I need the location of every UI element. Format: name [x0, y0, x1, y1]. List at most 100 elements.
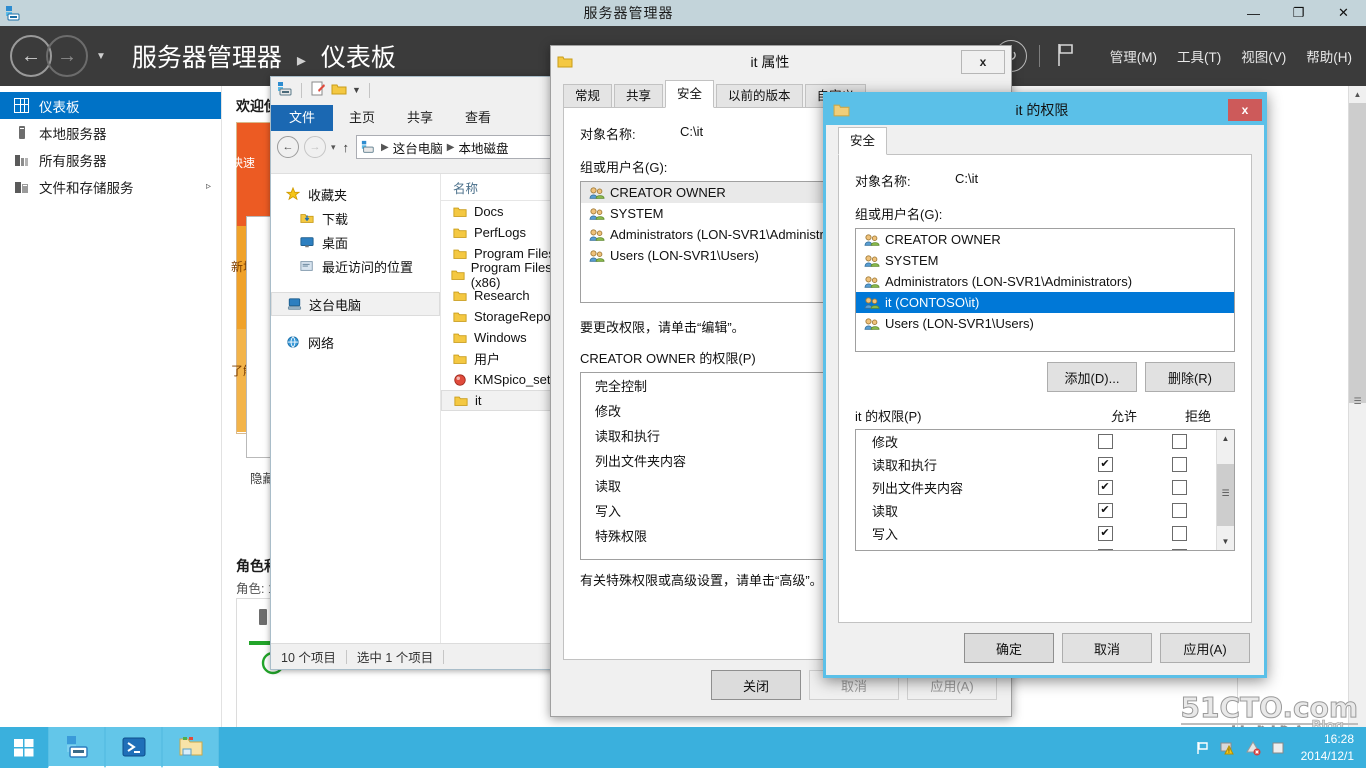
permission-row: 列出文件夹内容 ✔ — [856, 476, 1216, 499]
apply-button[interactable]: 应用(A) — [1160, 633, 1250, 663]
action-center-icon[interactable] — [1245, 740, 1261, 756]
folder-icon — [451, 289, 469, 303]
sidebar-item-local-server[interactable]: 本地服务器 — [0, 119, 221, 146]
minimize-button[interactable]: — — [1231, 0, 1276, 26]
tab-view[interactable]: 查看 — [449, 105, 507, 131]
windows-start-icon[interactable] — [0, 727, 48, 768]
close-icon[interactable]: x — [961, 50, 1005, 74]
nav-item-downloads[interactable]: 下载 — [271, 206, 440, 230]
allow-checkbox[interactable]: ✔ — [1097, 503, 1113, 518]
principal-list-item[interactable]: SYSTEM — [856, 250, 1234, 271]
tab-home[interactable]: 主页 — [333, 105, 391, 131]
back-icon[interactable]: ← — [277, 136, 299, 158]
menu-help[interactable]: 帮助(H) — [1306, 46, 1352, 66]
nav-item-label: 这台电脑 — [309, 297, 362, 313]
file-list-item[interactable]: 用户 — [441, 348, 565, 369]
show-desktop-icon[interactable] — [1270, 740, 1286, 756]
nav-item-desktop[interactable]: 桌面 — [271, 230, 440, 254]
close-button[interactable]: ✕ — [1321, 0, 1366, 26]
close-icon[interactable]: x — [1228, 99, 1262, 121]
close-button[interactable]: 关闭 — [711, 670, 801, 700]
permissions-scrollbar[interactable]: ▲ ☰ ▼ — [1216, 430, 1234, 550]
breadcrumb-root[interactable]: 服务器管理器 — [132, 44, 282, 72]
file-list-item[interactable]: Docs — [441, 201, 565, 222]
deny-checkbox[interactable] — [1171, 549, 1187, 550]
crumb-local-disk[interactable]: 本地磁盘 — [458, 138, 508, 157]
forward-arrow-icon[interactable]: → — [46, 35, 88, 77]
object-name-label: 对象名称: — [855, 174, 911, 189]
deny-checkbox[interactable] — [1171, 434, 1187, 449]
folder-properties-icon[interactable] — [331, 81, 347, 100]
crumb-separator-icon: ▶ — [446, 141, 455, 153]
breadcrumb-page: 仪表板 — [320, 44, 396, 72]
tab-previous-versions[interactable]: 以前的版本 — [716, 84, 803, 108]
chevron-down-icon[interactable]: ▼ — [96, 51, 106, 62]
notifications-flag-icon[interactable] — [1056, 43, 1076, 70]
principals-listbox[interactable]: CREATOR OWNER SYSTEM Administrators (LON-S… — [855, 228, 1235, 352]
permissions-titlebar: it 的权限 x — [826, 95, 1264, 125]
tab-file[interactable]: 文件 — [271, 105, 334, 131]
sidebar-item-dashboard[interactable]: 仪表板 — [0, 92, 221, 119]
remove-button[interactable]: 删除(R) — [1145, 362, 1235, 392]
deny-checkbox[interactable] — [1171, 480, 1187, 495]
history-chevron-down-icon[interactable]: ▾ — [331, 142, 336, 153]
nav-item-network[interactable]: 网络 — [271, 330, 440, 354]
crumb-this-pc[interactable]: 这台电脑 — [393, 138, 443, 157]
tab-general[interactable]: 常规 — [563, 84, 613, 108]
customize-caret-icon[interactable]: ▼ — [352, 85, 361, 95]
forward-icon[interactable]: → — [304, 136, 326, 158]
tab-security[interactable]: 安全 — [665, 80, 715, 108]
menu-view[interactable]: 视图(V) — [1241, 46, 1286, 66]
allow-checkbox[interactable]: ✔ — [1097, 457, 1113, 472]
file-list-item[interactable]: Program Files (x86) — [441, 260, 565, 290]
up-arrow-icon[interactable]: ↑ — [343, 140, 350, 155]
new-folder-icon[interactable] — [310, 81, 326, 100]
principal-list-item[interactable]: CREATOR OWNER — [856, 229, 1234, 250]
file-list-item[interactable]: KMSpico_setup — [441, 369, 565, 390]
network-warning-icon[interactable]: ! — [1220, 740, 1236, 756]
allow-checkbox[interactable]: ✔ — [1097, 526, 1113, 541]
principal-list-item[interactable]: Administrators (LON-SVR1\Administrators) — [856, 271, 1234, 292]
sidebar-item-all-servers[interactable]: 所有服务器 — [0, 146, 221, 173]
principal-list-item[interactable]: it (CONTOSO\it) — [856, 292, 1234, 313]
computer-icon[interactable] — [277, 81, 293, 100]
tab-sharing[interactable]: 共享 — [614, 84, 664, 108]
allow-checkbox[interactable] — [1097, 549, 1113, 550]
clock[interactable]: 16:28 2014/12/1 — [1295, 731, 1360, 763]
taskbar-item-file-explorer[interactable] — [162, 727, 219, 768]
taskbar-item-powershell[interactable] — [105, 727, 162, 768]
permissions-grid[interactable]: 修改读取和执行 ✔ 列出文件夹内容 ✔ 读取 ✔ 写入 ✔ 特殊权限 ▲ ☰ ▼ — [855, 429, 1235, 551]
menu-tools[interactable]: 工具(T) — [1177, 46, 1221, 66]
dashboard-scrollbar[interactable]: ▲ ☰ — [1348, 86, 1366, 727]
column-header-name[interactable]: 名称 — [440, 174, 565, 201]
deny-checkbox[interactable] — [1171, 526, 1187, 541]
deny-checkbox[interactable] — [1171, 457, 1187, 472]
file-list-item[interactable]: it — [440, 390, 565, 411]
scroll-up-icon[interactable]: ▲ — [1349, 86, 1366, 103]
tab-share[interactable]: 共享 — [391, 105, 449, 131]
scrollbar-thumb[interactable] — [1349, 103, 1366, 403]
nav-item-favorites[interactable]: 收藏夹 — [271, 182, 440, 206]
tab-security[interactable]: 安全 — [838, 127, 888, 155]
taskbar-item-server-manager[interactable] — [48, 727, 105, 768]
allow-checkbox[interactable]: ✔ — [1097, 480, 1113, 495]
sidebar-item-file-and-storage-services[interactable]: 文件和存储服务 ▹ — [0, 173, 221, 200]
principal-list-item[interactable]: Users (LON-SVR1\Users) — [856, 313, 1234, 334]
nav-item-this-pc[interactable]: 这台电脑 — [271, 292, 440, 316]
address-input[interactable]: ▶ 这台电脑 ▶ 本地磁盘 — [356, 135, 559, 159]
ok-button[interactable]: 确定 — [964, 633, 1054, 663]
file-name: Docs — [473, 204, 504, 219]
add-button[interactable]: 添加(D)... — [1047, 362, 1137, 392]
flag-icon[interactable] — [1195, 740, 1211, 756]
scroll-up-icon[interactable]: ▲ — [1217, 430, 1234, 447]
file-list-item[interactable]: Windows — [441, 327, 565, 348]
allow-checkbox[interactable] — [1097, 434, 1113, 449]
menu-manage[interactable]: 管理(M) — [1110, 46, 1157, 66]
maximize-button[interactable]: ❐ — [1276, 0, 1321, 26]
cancel-button[interactable]: 取消 — [1062, 633, 1152, 663]
deny-checkbox[interactable] — [1171, 503, 1187, 518]
file-list-item[interactable]: StorageReports — [441, 306, 565, 327]
nav-item-recent-places[interactable]: 最近访问的位置 — [271, 254, 440, 278]
scroll-down-icon[interactable]: ▼ — [1217, 533, 1234, 550]
file-list-item[interactable]: PerfLogs — [441, 222, 565, 243]
